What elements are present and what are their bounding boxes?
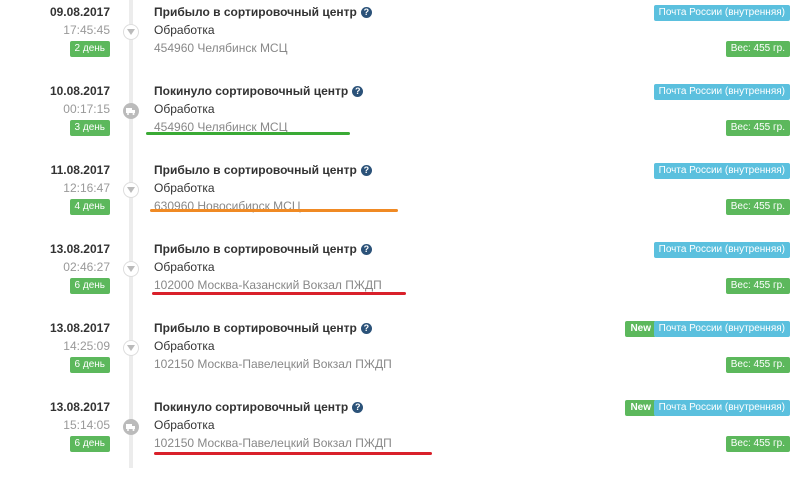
help-icon[interactable]: ? [360, 322, 372, 334]
event-operation: Обработка [154, 260, 215, 274]
help-icon[interactable]: ? [360, 6, 372, 18]
event-time: 14:25:09 [63, 339, 110, 353]
event-operation: Обработка [154, 181, 215, 195]
event-date: 13.08.2017 [49, 242, 110, 256]
weight-badge: Вес: 455 гр. [725, 199, 790, 215]
highlight-underline [150, 209, 398, 212]
event-time: 17:45:45 [63, 23, 110, 37]
event-status: Покинуло сортировочный центр ? [154, 84, 364, 98]
event-status-text: Покинуло сортировочный центр [154, 84, 349, 98]
carrier-badge: Почта России (внутренняя) [653, 5, 790, 21]
arrow-down-icon [123, 24, 139, 40]
highlight-underline [154, 452, 432, 455]
event-status: Прибыло в сортировочный центр ? [154, 321, 372, 335]
tracking-event: 13.08.2017 15:14:05 6 день Покинуло сорт… [0, 399, 800, 479]
weight-badge: Вес: 455 гр. [725, 357, 790, 373]
arrow-down-icon [123, 340, 139, 356]
event-location: 102000 Москва-Казанский Вокзал ПЖДП [154, 278, 382, 292]
event-time: 02:46:27 [63, 260, 110, 274]
tracking-event: 13.08.2017 02:46:27 6 день Прибыло в сор… [0, 241, 800, 321]
event-status: Прибыло в сортировочный центр ? [154, 5, 372, 19]
carrier-badge: Почта России (внутренняя) [653, 242, 790, 258]
day-count-badge: 3 день [69, 120, 110, 136]
event-status-text: Прибыло в сортировочный центр [154, 163, 357, 177]
arrow-down-icon [123, 261, 139, 277]
event-status-text: Прибыло в сортировочный центр [154, 5, 357, 19]
tracking-event: 13.08.2017 14:25:09 6 день Прибыло в сор… [0, 320, 800, 400]
highlight-underline [152, 292, 406, 295]
new-badge: New [625, 321, 656, 337]
carrier-badge: Почта России (внутренняя) [653, 321, 790, 337]
day-count-badge: 6 день [69, 357, 110, 373]
event-status-text: Покинуло сортировочный центр [154, 400, 349, 414]
event-time: 12:16:47 [63, 181, 110, 195]
day-count-badge: 2 день [69, 41, 110, 57]
day-count-badge: 4 день [69, 199, 110, 215]
day-count-badge: 6 день [69, 436, 110, 452]
truck-icon [123, 103, 139, 119]
event-operation: Обработка [154, 418, 215, 432]
event-operation: Обработка [154, 102, 215, 116]
event-status-text: Прибыло в сортировочный центр [154, 242, 357, 256]
weight-badge: Вес: 455 гр. [725, 436, 790, 452]
carrier-badge: Почта России (внутренняя) [653, 400, 790, 416]
day-count-badge: 6 день [69, 278, 110, 294]
tracking-event: 11.08.2017 12:16:47 4 день Прибыло в сор… [0, 162, 800, 242]
weight-badge: Вес: 455 гр. [725, 41, 790, 57]
event-date: 13.08.2017 [49, 321, 110, 335]
event-time: 00:17:15 [63, 102, 110, 116]
carrier-badge: Почта России (внутренняя) [653, 84, 790, 100]
event-date: 13.08.2017 [49, 400, 110, 414]
event-operation: Обработка [154, 339, 215, 353]
carrier-badge: Почта России (внутренняя) [653, 163, 790, 179]
event-status: Прибыло в сортировочный центр ? [154, 163, 372, 177]
weight-badge: Вес: 455 гр. [725, 120, 790, 136]
event-status-text: Прибыло в сортировочный центр [154, 321, 357, 335]
event-status: Покинуло сортировочный центр ? [154, 400, 364, 414]
arrow-down-icon [123, 182, 139, 198]
help-icon[interactable]: ? [360, 164, 372, 176]
new-badge: New [625, 400, 656, 416]
help-icon[interactable]: ? [360, 243, 372, 255]
highlight-underline [146, 132, 350, 135]
event-location: 454960 Челябинск МСЦ [154, 41, 288, 55]
weight-badge: Вес: 455 гр. [725, 278, 790, 294]
event-time: 15:14:05 [63, 418, 110, 432]
event-location: 102150 Москва-Павелецкий Вокзал ПЖДП [154, 436, 392, 450]
event-status: Прибыло в сортировочный центр ? [154, 242, 372, 256]
help-icon[interactable]: ? [352, 85, 364, 97]
event-date: 11.08.2017 [50, 163, 110, 177]
event-operation: Обработка [154, 23, 215, 37]
event-date: 09.08.2017 [49, 5, 110, 19]
truck-icon [123, 419, 139, 435]
tracking-event: 09.08.2017 17:45:45 2 день Прибыло в сор… [0, 4, 800, 84]
help-icon[interactable]: ? [352, 401, 364, 413]
tracking-event: 10.08.2017 00:17:15 3 день Покинуло сорт… [0, 83, 800, 163]
event-date: 10.08.2017 [49, 84, 110, 98]
event-location: 102150 Москва-Павелецкий Вокзал ПЖДП [154, 357, 392, 371]
